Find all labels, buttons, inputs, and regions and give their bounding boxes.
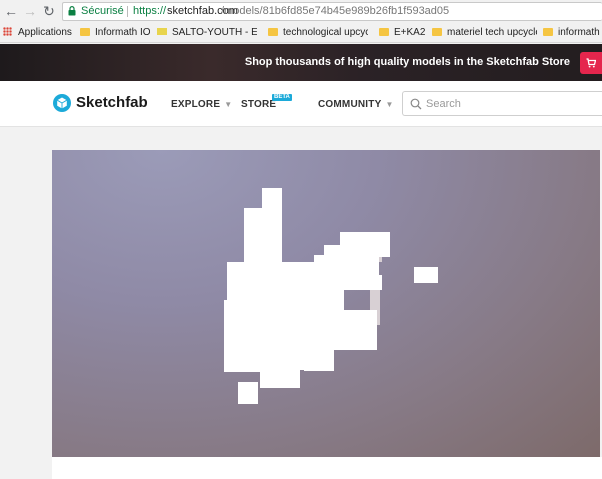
bookmark-informath[interactable]: informath ( — [543, 26, 602, 40]
folder-icon — [543, 28, 553, 36]
menu-explore[interactable]: EXPLORE ▼ — [171, 99, 232, 110]
back-icon[interactable]: ← — [2, 2, 20, 20]
address-bar[interactable]: Sécurisé https:// sketchfab.com /models/… — [62, 2, 602, 21]
folder-icon — [268, 28, 278, 36]
promo-text[interactable]: Shop thousands of high quality models in… — [245, 56, 570, 68]
chevron-down-icon: ▼ — [385, 100, 394, 109]
beta-badge: BETA — [272, 94, 292, 101]
chevron-down-icon: ▼ — [224, 100, 233, 109]
menu-community[interactable]: COMMUNITY ▼ — [318, 99, 394, 110]
site-header: Sketchfab EXPLORE ▼ STORE BETA COMMUNITY ▼… — [0, 81, 602, 127]
divider — [127, 6, 128, 17]
lock-icon — [68, 6, 76, 16]
logo-text[interactable]: Sketchfab — [76, 94, 148, 111]
apps-grid-icon — [3, 27, 12, 36]
cart-icon — [586, 58, 596, 68]
url-scheme: https:// — [133, 5, 167, 17]
bookmark-informath-io[interactable]: Informath IO — [80, 26, 150, 40]
model-info-panel — [52, 457, 602, 479]
folder-icon — [432, 28, 442, 36]
page-icon — [157, 28, 167, 35]
search-placeholder: Search — [426, 98, 461, 110]
3d-model-render — [224, 188, 438, 404]
promo-banner: Shop thousands of high quality models in… — [0, 44, 602, 81]
sketchfab-logo-icon[interactable] — [53, 94, 71, 112]
model-viewer[interactable] — [52, 150, 600, 457]
bookmark-materiel-tech[interactable]: materiel tech upcycle — [432, 26, 537, 40]
browser-toolbar: ← → ↻ Sécurisé https:// sketchfab.com /m… — [0, 0, 602, 22]
menu-store[interactable]: STORE — [241, 99, 276, 110]
url-path: /models/81b6fd85e74b45e989b26fb1f593ad05 — [221, 5, 450, 17]
bookmark-eka2[interactable]: E+KA2 — [379, 26, 429, 40]
folder-icon — [379, 28, 389, 36]
folder-icon — [80, 28, 90, 36]
reload-icon[interactable]: ↻ — [40, 2, 58, 20]
bookmarks-bar: Applications Informath IO SALTO-YOUTH - … — [0, 22, 602, 43]
search-icon — [410, 98, 422, 110]
store-button[interactable] — [580, 52, 602, 74]
bookmark-applications[interactable]: Applications — [3, 26, 73, 40]
bookmark-technological-upcycl[interactable]: technological upcycl — [268, 26, 368, 40]
secure-label: Sécurisé — [81, 5, 124, 17]
search-input[interactable]: Search — [402, 91, 602, 116]
forward-icon[interactable]: → — [21, 2, 39, 20]
bookmark-salto-youth[interactable]: SALTO-YOUTH - Euro — [157, 26, 257, 40]
